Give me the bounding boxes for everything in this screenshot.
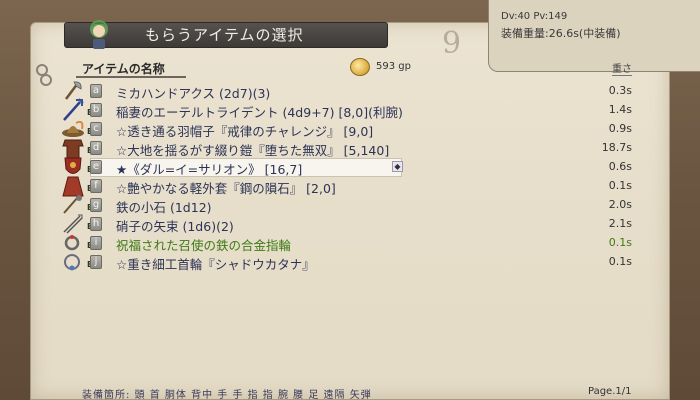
item-key-badge: j	[90, 255, 102, 269]
item-name: ミカハンドアクス (2d7)(3)	[116, 86, 271, 101]
item-row-b[interactable]: E b 稲妻のエーテルトライデント (4d9+7) [8,0](利腕) 1.4s	[60, 98, 632, 121]
item-weight: 1.4s	[608, 103, 632, 116]
item-weight: 0.9s	[608, 122, 632, 135]
item-row-f[interactable]: E f ☆艶やかなる軽外套『鋼の隕石』 [2,0] 0.1s	[60, 176, 632, 197]
defense-protection-value: Dv:40 Pv:149	[501, 11, 568, 22]
item-key-badge: e	[90, 160, 102, 174]
item-name: 稲妻のエーテルトライデント (4d9+7) [8,0](利腕)	[116, 105, 403, 120]
column-header-name: アイテムの名称	[82, 62, 165, 76]
item-weight: 0.1s	[608, 236, 632, 249]
item-key-badge: g	[90, 198, 102, 212]
item-weight: 0.1s	[608, 255, 632, 268]
item-name: ☆透き通る羽帽子『戒律のチャレンジ』 [9,0]	[116, 124, 374, 139]
item-weight: 2.0s	[608, 198, 632, 211]
item-row-c[interactable]: E c ☆透き通る羽帽子『戒律のチャレンジ』 [9,0] 0.9s	[60, 120, 632, 139]
item-row-a[interactable]: a ミカハンドアクス (2d7)(3) 0.3s	[60, 81, 632, 101]
character-status-panel: Dv:40 Pv:149 装備重量:26.6s(中装備)	[488, 0, 700, 72]
item-weight: 2.1s	[608, 217, 632, 230]
item-row-d[interactable]: E d ☆大地を揺るがす綴り鎧『堕ちた無双』 [5,140] 18.7s	[60, 139, 632, 159]
item-weight: 18.7s	[601, 141, 632, 154]
item-name: 硝子の矢束 (1d6)(2)	[116, 219, 234, 234]
decorative-flourish: 9	[442, 26, 462, 61]
item-key-badge: h	[90, 217, 102, 231]
character-portrait-icon	[90, 20, 108, 49]
window-title: もらうアイテムの選択	[145, 26, 304, 44]
item-weight: 0.3s	[608, 84, 632, 97]
column-header-weight: 重さ	[612, 64, 632, 76]
item-name: ☆艶やかなる軽外套『鋼の隕石』 [2,0]	[116, 181, 336, 196]
item-key-badge: f	[90, 179, 102, 193]
page-indicator: Page.1/1	[588, 386, 632, 397]
item-row-i[interactable]: E i 祝福された召使の鉄の合金指輪 0.1s	[60, 234, 632, 253]
item-name: ★《ダル=イ=サリオン》 [16,7]	[116, 162, 303, 177]
item-row-g[interactable]: E g 鉄の小石 (1d12) 2.0s	[60, 195, 632, 215]
header-underline	[76, 76, 186, 78]
equipment-weight-value: 装備重量:26.6s(中装備)	[501, 27, 621, 40]
item-row-h[interactable]: E h 硝子の矢束 (1d6)(2) 2.1s	[60, 214, 632, 234]
item-info-icon[interactable]: ◆	[392, 161, 403, 172]
amulet-icon	[64, 254, 80, 271]
item-key-badge: d	[90, 141, 102, 155]
item-weight: 0.6s	[608, 160, 632, 173]
item-key-badge: a	[90, 84, 102, 98]
gold-display: 593 gp	[350, 57, 411, 77]
item-row-e[interactable]: E e ★《ダル=イ=サリオン》 [16,7] ◆ 0.6s	[60, 157, 632, 177]
item-row-j[interactable]: E j ☆重き細工首輪『シャドウカタナ』 0.1s	[60, 253, 632, 272]
item-key-badge: i	[90, 236, 102, 250]
gold-coin-icon	[350, 58, 370, 76]
gold-amount: 593 gp	[376, 61, 411, 72]
chain-decoration-icon	[36, 64, 52, 86]
item-name: 鉄の小石 (1d12)	[116, 200, 212, 215]
item-key-badge: b	[90, 103, 102, 117]
item-weight: 0.1s	[608, 179, 632, 192]
item-key-badge: c	[90, 122, 102, 136]
item-name: ☆重き細工首輪『シャドウカタナ』	[116, 257, 315, 272]
item-name: 祝福された召使の鉄の合金指輪	[116, 238, 292, 253]
item-name: ☆大地を揺るがす綴り鎧『堕ちた無双』 [5,140]	[116, 143, 390, 158]
equipment-slots-footer: 装備箇所: 頭 首 胴体 背中 手 手 指 指 腕 腰 足 遠隔 矢弾	[82, 390, 372, 400]
